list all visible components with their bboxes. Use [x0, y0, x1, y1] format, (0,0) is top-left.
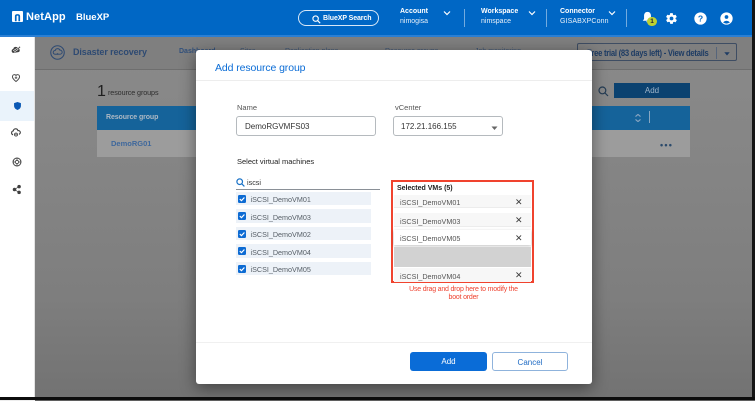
- svg-text:?: ?: [697, 13, 702, 23]
